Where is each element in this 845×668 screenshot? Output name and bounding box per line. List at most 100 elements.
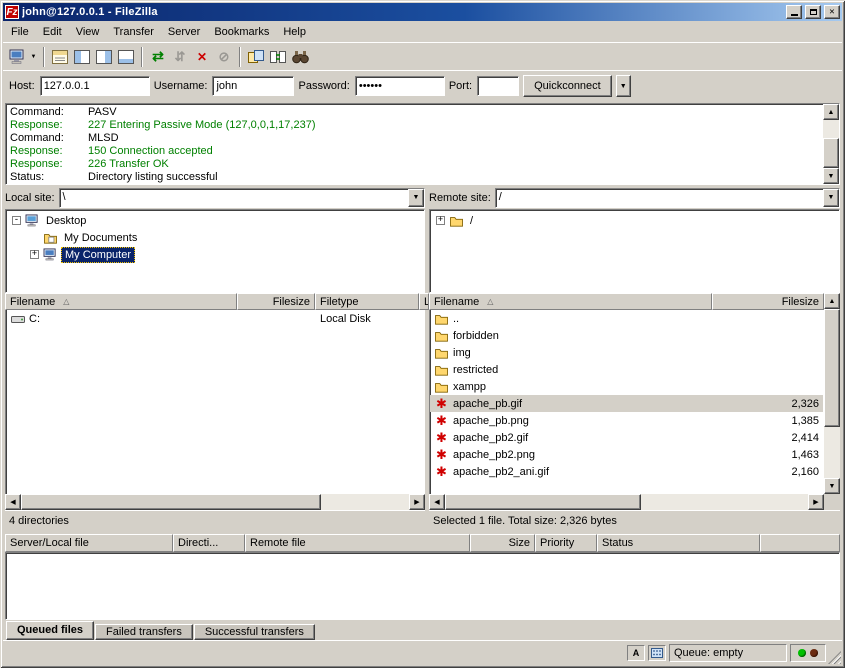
tab-queued-files[interactable]: Queued files	[6, 621, 94, 640]
menu-server[interactable]: Server	[161, 23, 207, 41]
resize-grip[interactable]	[828, 651, 841, 664]
scroll-right-button[interactable]: ▶	[808, 494, 824, 510]
tab-successful-transfers[interactable]: Successful transfers	[194, 624, 315, 640]
scrollbar-thumb[interactable]	[823, 138, 839, 168]
column-header-filesize[interactable]: Filesize	[237, 293, 315, 310]
combo-dropdown-icon[interactable]: ▼	[823, 189, 839, 207]
remote-pane: Remote site: / ▼ + / Filename△	[429, 186, 840, 529]
process-queue-button[interactable]: ⇵	[169, 46, 191, 68]
column-header-server-local-file[interactable]: Server/Local file	[5, 534, 173, 552]
username-input[interactable]	[212, 76, 294, 96]
toggle-queue-button[interactable]	[115, 46, 137, 68]
refresh-button[interactable]: ⇄	[147, 46, 169, 68]
remote-vertical-scrollbar[interactable]: ▲ ▼	[824, 293, 840, 494]
combo-dropdown-icon[interactable]: ▼	[408, 189, 424, 207]
port-input[interactable]	[477, 76, 519, 96]
scroll-left-button[interactable]: ◀	[5, 494, 21, 510]
file-row-selected[interactable]: ✱apache_pb.gif 2,326	[430, 395, 823, 412]
maximize-button[interactable]	[805, 5, 821, 19]
toggle-local-tree-button[interactable]	[71, 46, 93, 68]
synchronized-browsing-button[interactable]	[267, 46, 289, 68]
toolbar: ▼ ⇄ ⇵ ✕ ⊘	[3, 42, 842, 70]
file-row[interactable]: ✱apache_pb2_ani.gif 2,160	[430, 463, 823, 480]
site-manager-dropdown[interactable]: ▼	[28, 46, 39, 68]
tab-failed-transfers[interactable]: Failed transfers	[95, 624, 193, 640]
column-header-size[interactable]: Size	[470, 534, 535, 552]
column-header-priority[interactable]: Priority	[535, 534, 597, 552]
quickconnect-dropdown[interactable]: ▼	[616, 75, 631, 97]
minimize-button[interactable]	[786, 5, 802, 19]
collapse-expander[interactable]: -	[12, 216, 21, 225]
transfer-type-icon[interactable]: A	[627, 645, 645, 661]
menu-help[interactable]: Help	[276, 23, 313, 41]
file-row[interactable]: ✱apache_pb2.png 1,463	[430, 446, 823, 463]
close-button[interactable]: ✕	[824, 5, 840, 19]
local-horizontal-scrollbar[interactable]: ◀ ▶	[5, 494, 425, 510]
tree-item-my-computer[interactable]: + My Computer	[6, 246, 424, 263]
tree-item-label: Desktop	[43, 214, 89, 228]
scrollbar-thumb[interactable]	[21, 494, 321, 510]
column-header-filename[interactable]: Filename△	[5, 293, 237, 310]
log-scrollbar[interactable]: ▲ ▼	[823, 104, 839, 184]
file-row[interactable]: ✱apache_pb.png 1,385	[430, 412, 823, 429]
toggle-remote-tree-button[interactable]	[93, 46, 115, 68]
tree-item-desktop[interactable]: - Desktop	[6, 212, 424, 229]
filezilla-app-icon[interactable]: Fz	[5, 5, 19, 19]
window-title: john@127.0.0.1 - FileZilla	[22, 6, 783, 18]
column-header-filename[interactable]: Filename△	[429, 293, 712, 310]
remote-horizontal-scrollbar[interactable]: ◀ ▶	[429, 494, 824, 510]
cancel-operation-button[interactable]: ✕	[191, 46, 213, 68]
column-header-direction[interactable]: Directi...	[173, 534, 245, 552]
message-log-icon	[52, 50, 68, 64]
filezilla-window: Fz john@127.0.0.1 - FileZilla ✕ File Edi…	[0, 0, 845, 668]
quickconnect-button[interactable]: Quickconnect	[523, 75, 612, 97]
file-row[interactable]: xampp	[430, 378, 823, 395]
column-header-filetype[interactable]: Filetype	[315, 293, 419, 310]
menu-file[interactable]: File	[4, 23, 36, 41]
numeric-keypad-icon[interactable]	[648, 645, 666, 661]
port-label: Port:	[449, 80, 472, 92]
main-split: Local site: \ ▼ - Desktop My Documents	[3, 186, 842, 529]
host-input[interactable]	[40, 76, 150, 96]
local-site-value: \	[60, 189, 408, 207]
directory-comparison-icon	[248, 50, 264, 64]
scroll-right-button[interactable]: ▶	[409, 494, 425, 510]
scroll-up-button[interactable]: ▲	[823, 104, 839, 120]
tree-item-label-selected: My Computer	[61, 247, 135, 263]
directory-comparison-button[interactable]	[245, 46, 267, 68]
file-row[interactable]: forbidden	[430, 327, 823, 344]
queue-list[interactable]	[5, 552, 840, 620]
file-row[interactable]: img	[430, 344, 823, 361]
file-row[interactable]: restricted	[430, 361, 823, 378]
scroll-up-button[interactable]: ▲	[824, 293, 840, 309]
expand-expander[interactable]: +	[436, 216, 445, 225]
menu-edit[interactable]: Edit	[36, 23, 69, 41]
file-row[interactable]: ..	[430, 310, 823, 327]
disconnect-button[interactable]: ⊘	[213, 46, 235, 68]
remote-site-combo[interactable]: / ▼	[495, 188, 840, 208]
scroll-left-button[interactable]: ◀	[429, 494, 445, 510]
queue-view-icon	[118, 50, 134, 64]
file-row[interactable]: ✱apache_pb2.gif 2,414	[430, 429, 823, 446]
column-header-remote-file[interactable]: Remote file	[245, 534, 470, 552]
scrollbar-thumb[interactable]	[824, 309, 840, 427]
file-row[interactable]: C: Local Disk	[6, 310, 424, 327]
titlebar[interactable]: Fz john@127.0.0.1 - FileZilla ✕	[3, 3, 842, 21]
scroll-down-button[interactable]: ▼	[824, 478, 840, 494]
scroll-down-button[interactable]: ▼	[823, 168, 839, 184]
tree-item-my-documents[interactable]: My Documents	[6, 229, 424, 246]
find-files-button[interactable]	[289, 46, 311, 68]
menu-transfer[interactable]: Transfer	[106, 23, 161, 41]
toggle-message-log-button[interactable]	[49, 46, 71, 68]
expand-expander[interactable]: +	[30, 250, 39, 259]
site-manager-button[interactable]	[6, 46, 28, 68]
tree-item-root[interactable]: + /	[430, 212, 839, 229]
menu-bookmarks[interactable]: Bookmarks	[207, 23, 276, 41]
menu-view[interactable]: View	[69, 23, 107, 41]
file-name: apache_pb2.gif	[453, 432, 528, 444]
column-header-filesize[interactable]: Filesize	[712, 293, 824, 310]
column-header-status[interactable]: Status	[597, 534, 760, 552]
scrollbar-thumb[interactable]	[445, 494, 641, 510]
local-site-combo[interactable]: \ ▼	[59, 188, 425, 208]
password-input[interactable]	[355, 76, 445, 96]
